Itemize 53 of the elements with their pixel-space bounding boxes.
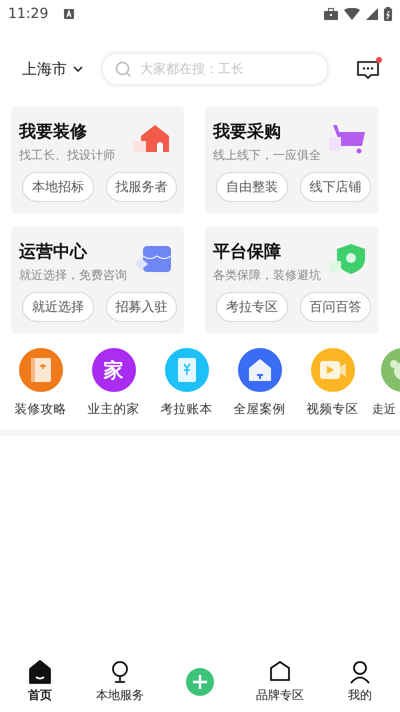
battery-icon bbox=[384, 7, 392, 21]
signal-icon bbox=[366, 8, 378, 20]
card-link[interactable]: 找服务者 bbox=[106, 172, 177, 202]
shortcut-icon[interactable] bbox=[164, 348, 208, 392]
search-field[interactable]: 大家都在搜：工长 bbox=[101, 52, 329, 86]
service-card[interactable]: 我要装修 找工长、找设计师 本地招标 找服务者 bbox=[11, 106, 184, 214]
card-title: 运营中心 bbox=[19, 241, 88, 263]
card-link[interactable]: 招募入驻 bbox=[106, 292, 177, 322]
card-title: 平台保障 bbox=[213, 241, 282, 263]
tab-item[interactable]: 我的 bbox=[320, 656, 400, 708]
city-selector[interactable]: 上海市 bbox=[22, 60, 83, 78]
plus-icon bbox=[192, 674, 208, 690]
shop-icon bbox=[133, 244, 173, 274]
tab-item[interactable]: 首页 bbox=[0, 656, 80, 708]
shortcut-icon[interactable]: 家 bbox=[92, 348, 136, 392]
tab-item[interactable]: 品牌专区 bbox=[240, 656, 320, 708]
chevron-down-icon bbox=[73, 66, 83, 72]
shortcut-label: 视频专区 bbox=[306, 401, 358, 418]
service-card[interactable]: 我要采购 线上线下，一应俱全 自由整装 线下店铺 bbox=[205, 106, 378, 214]
add-button[interactable] bbox=[186, 668, 214, 696]
status-time: 11:29 bbox=[8, 6, 48, 22]
service-card[interactable]: 平台保障 各类保障，装修避坑 考拉专区 百问百答 bbox=[205, 226, 378, 334]
card-subtitle: 各类保障，装修避坑 bbox=[213, 267, 321, 284]
shortcut-label: 装修攻略 bbox=[14, 401, 66, 418]
card-link[interactable]: 就近选择 bbox=[22, 292, 94, 322]
card-link[interactable]: 自由整装 bbox=[216, 172, 288, 202]
card-link[interactable]: 本地招标 bbox=[22, 172, 94, 202]
card-link[interactable]: 考拉专区 bbox=[216, 292, 288, 322]
search-icon bbox=[115, 60, 132, 78]
cart-icon bbox=[327, 124, 367, 154]
search-input[interactable]: 大家都在搜：工长 bbox=[138, 60, 292, 78]
card-title: 我要装修 bbox=[19, 121, 88, 143]
briefcase-icon bbox=[324, 8, 338, 20]
shield-icon bbox=[327, 244, 367, 274]
card-link[interactable]: 线下店铺 bbox=[300, 172, 371, 202]
message-icon[interactable] bbox=[356, 57, 382, 81]
card-title: 我要采购 bbox=[213, 121, 282, 143]
shortcut-label: 考拉账本 bbox=[160, 401, 212, 418]
shortcut-label: 全屋案例 bbox=[234, 401, 286, 418]
shortcut-icon[interactable] bbox=[238, 348, 282, 392]
shortcut-label: 业主的家 bbox=[88, 401, 140, 418]
user-icon bbox=[348, 660, 372, 684]
wifi-icon bbox=[344, 8, 360, 20]
home-icon bbox=[28, 660, 52, 684]
shortcut-icon[interactable] bbox=[18, 348, 62, 392]
card-subtitle: 找工长、找设计师 bbox=[19, 147, 115, 164]
tab-item[interactable]: 本地服务 bbox=[80, 656, 160, 708]
card-link[interactable]: 百问百答 bbox=[300, 292, 371, 322]
shortcut-label: 走近 bbox=[372, 401, 396, 418]
card-subtitle: 就近选择，免费咨询 bbox=[19, 267, 127, 284]
card-subtitle: 线上线下，一应俱全 bbox=[213, 147, 321, 164]
service-card[interactable]: 运营中心 就近选择，免费咨询 就近选择 招募入驻 bbox=[11, 226, 184, 334]
notification-icon bbox=[64, 9, 74, 19]
